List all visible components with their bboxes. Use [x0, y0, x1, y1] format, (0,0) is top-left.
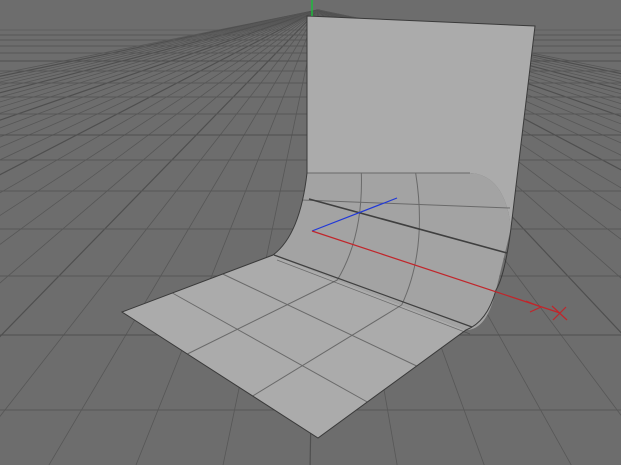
3d-viewport[interactable] — [0, 0, 621, 465]
x-axis-cross-icon[interactable] — [551, 305, 568, 321]
viewport-scene[interactable] — [0, 0, 621, 465]
